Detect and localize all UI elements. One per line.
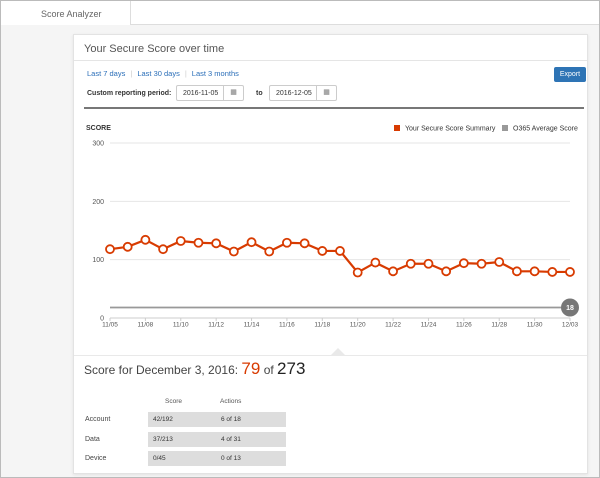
chart-y-label: SCORE <box>86 125 111 132</box>
score-summary: Score for December 3, 2016: 79 of 273 <box>84 359 305 379</box>
data-point[interactable] <box>441 266 452 277</box>
score-summary-section: Score for December 3, 2016: 79 of 273 Sc… <box>74 355 587 473</box>
data-point[interactable] <box>140 234 151 245</box>
data-point[interactable] <box>565 267 575 277</box>
data-point[interactable] <box>458 258 469 269</box>
tab-label: Score Analyzer <box>41 9 102 19</box>
data-point[interactable] <box>105 244 115 255</box>
data-point[interactable] <box>335 246 345 256</box>
end-marker-label: 18 <box>566 305 574 312</box>
data-point[interactable] <box>317 246 328 256</box>
x-tick-label: 11/12 <box>208 322 224 329</box>
calendar-icon[interactable]: ▦ <box>223 86 243 100</box>
end-date-value: 2016-12-05 <box>276 90 312 97</box>
custom-period-label: Custom reporting period: <box>87 90 172 97</box>
cell-data-score: 37/213 <box>148 432 216 447</box>
data-point[interactable] <box>405 258 416 269</box>
data-point[interactable] <box>246 237 257 248</box>
legend-swatch-average <box>502 125 508 131</box>
x-tick-label: 11/30 <box>527 322 543 329</box>
x-tick-label: 11/24 <box>421 322 437 329</box>
data-point[interactable] <box>529 266 540 277</box>
data-point[interactable] <box>282 237 292 248</box>
data-point[interactable] <box>211 238 222 249</box>
score-prefix: Score for December 3, 2016: <box>84 363 239 377</box>
panel-title: Your Secure Score over time <box>84 43 225 55</box>
link-last-30-days[interactable]: Last 30 days <box>137 69 180 78</box>
data-point[interactable] <box>370 257 381 268</box>
range-links: Last 7 days | Last 30 days | Last 3 months <box>87 69 239 78</box>
current-score: 79 <box>241 359 261 378</box>
link-separator: | <box>184 69 187 78</box>
tab-bar: Score Analyzer <box>1 1 599 25</box>
x-tick-label: 11/14 <box>244 322 260 329</box>
x-tick-label: 11/18 <box>314 322 330 329</box>
x-tick-label: 11/10 <box>173 322 189 329</box>
data-point[interactable] <box>264 246 275 257</box>
x-tick-label: 11/08 <box>137 322 153 329</box>
cell-device-actions[interactable]: 0 of 13 <box>216 451 286 466</box>
start-date-value: 2016-11-05 <box>183 90 219 97</box>
app-window: Score Analyzer Your Secure Score over ti… <box>0 0 600 478</box>
cell-account-actions[interactable]: 6 of 18 <box>216 412 286 427</box>
data-point[interactable] <box>228 246 239 257</box>
x-tick-label: 11/05 <box>102 322 118 329</box>
link-last-3-months[interactable]: Last 3 months <box>192 69 239 78</box>
data-point[interactable] <box>388 266 398 277</box>
row-label-account: Account <box>85 416 111 423</box>
data-point[interactable] <box>476 258 487 269</box>
link-last-7-days[interactable]: Last 7 days <box>87 69 125 78</box>
max-score: 273 <box>277 359 306 378</box>
secure-score-panel: Your Secure Score over time Last 7 days |… <box>73 34 588 474</box>
filter-divider <box>84 107 584 109</box>
export-button[interactable]: Export <box>554 67 586 82</box>
legend-label-average: O365 Average Score <box>513 125 578 133</box>
y-tick-label: 300 <box>92 141 104 148</box>
x-tick-label: 11/28 <box>491 322 507 329</box>
data-point[interactable] <box>494 257 505 267</box>
legend-item-summary[interactable]: Your Secure Score Summary <box>394 125 495 133</box>
calendar-icon[interactable]: ▦ <box>316 86 336 100</box>
tab-score-analyzer[interactable]: Score Analyzer <box>1 1 131 25</box>
legend-item-average[interactable]: O365 Average Score <box>502 125 578 133</box>
x-tick-label: 11/20 <box>350 322 366 329</box>
row-label-data: Data <box>85 436 100 443</box>
x-tick-label: 12/03 <box>562 322 579 329</box>
x-tick-label: 11/16 <box>279 322 295 329</box>
cell-data-actions[interactable]: 4 of 31 <box>216 432 286 447</box>
row-label-device: Device <box>85 455 107 462</box>
end-date-input[interactable]: 2016-12-05 ▦ <box>269 85 337 101</box>
x-tick-label: 11/26 <box>456 322 472 329</box>
cell-device-score: 0/45 <box>148 451 216 466</box>
legend-swatch-summary <box>394 125 400 131</box>
summary-pointer <box>330 348 346 356</box>
y-tick-label: 200 <box>92 199 104 206</box>
data-point[interactable] <box>512 266 522 277</box>
column-header-actions: Actions <box>220 398 242 405</box>
x-tick-label: 11/22 <box>385 322 401 329</box>
data-point[interactable] <box>193 237 204 248</box>
to-label: to <box>256 90 263 97</box>
secure-score-chart: 010020030011/05 11/08 11/10 11/12 11/14 11/16… <box>92 141 579 329</box>
data-point[interactable] <box>175 236 186 246</box>
data-point[interactable] <box>158 244 168 255</box>
data-point[interactable] <box>352 267 363 278</box>
start-date-input[interactable]: 2016-11-05 ▦ <box>176 85 244 101</box>
score-of-label: of <box>263 363 274 377</box>
data-point[interactable] <box>547 267 558 277</box>
column-header-score: Score <box>165 398 182 405</box>
data-point[interactable] <box>122 241 133 252</box>
link-separator: | <box>130 69 133 78</box>
y-tick-label: 100 <box>92 257 104 264</box>
data-point[interactable] <box>423 258 434 269</box>
cell-account-score: 42/192 <box>148 412 216 427</box>
legend-label-summary: Your Secure Score Summary <box>405 125 496 133</box>
data-point[interactable] <box>299 238 310 249</box>
title-divider <box>74 60 587 61</box>
